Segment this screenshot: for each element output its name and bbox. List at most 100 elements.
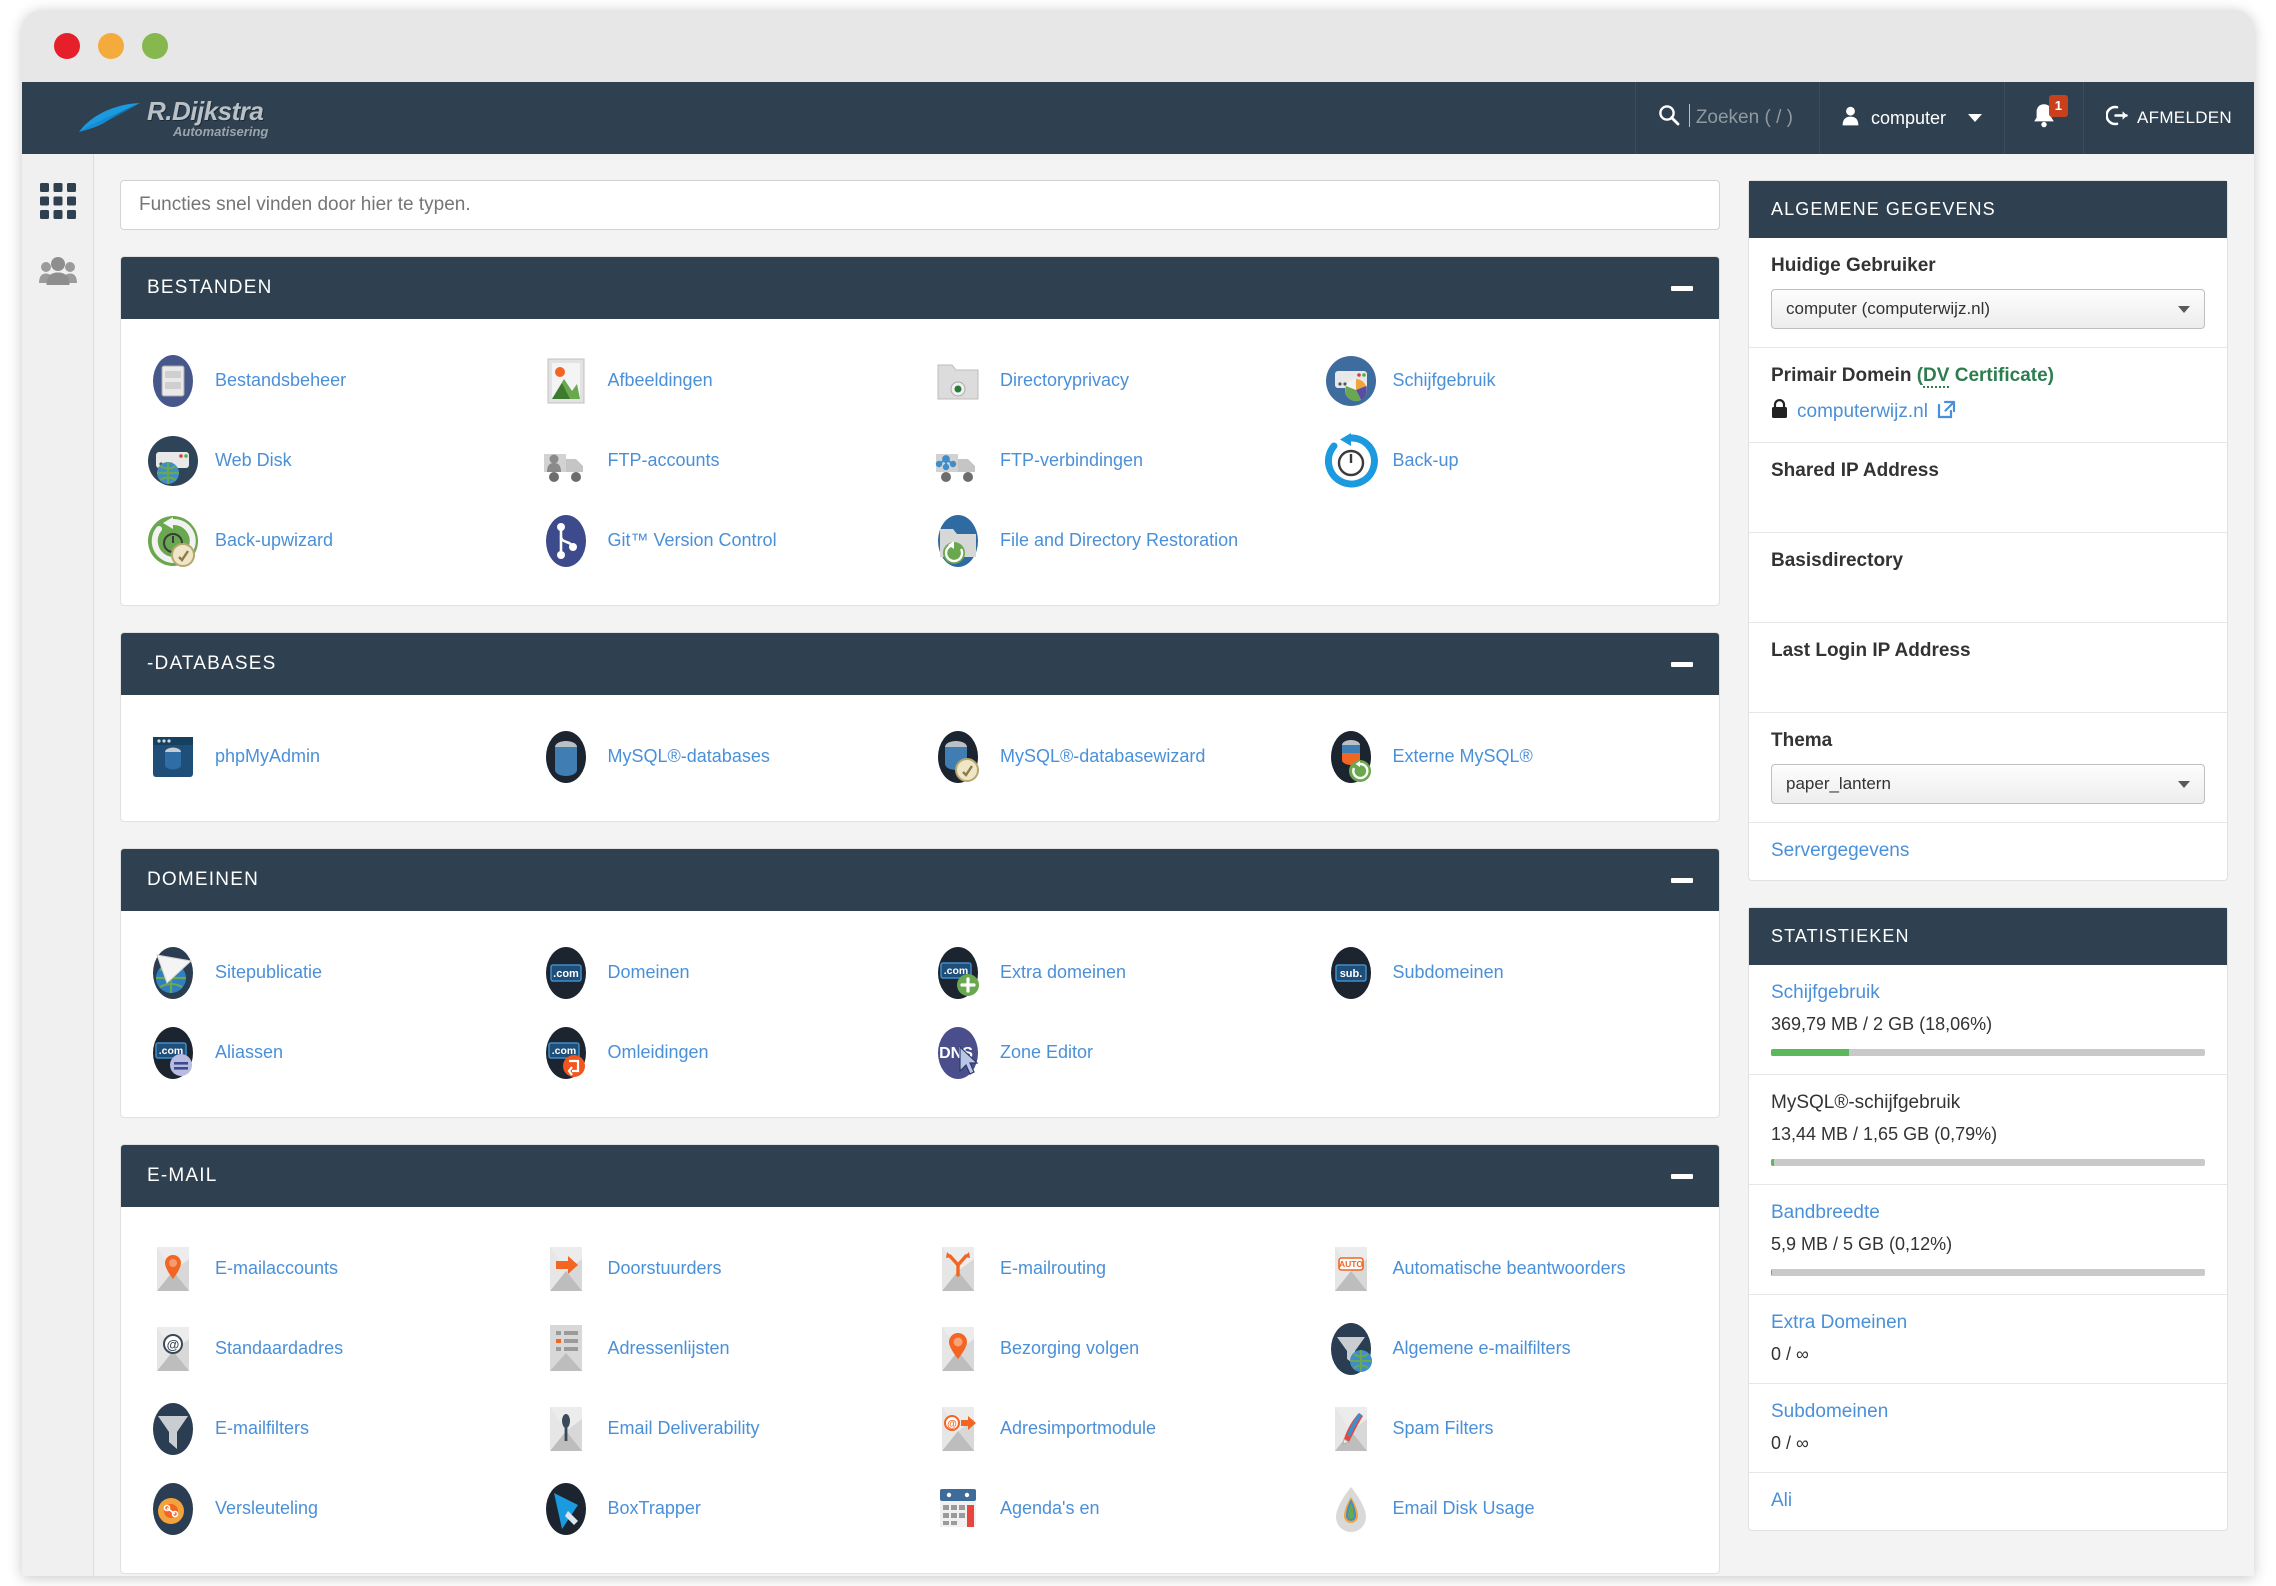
section-title: BESTANDEN bbox=[147, 277, 273, 298]
domains-icon: .com bbox=[538, 945, 594, 1001]
mailing-lists-icon bbox=[538, 1321, 594, 1377]
feature-tile[interactable]: MySQL®-databasewizard bbox=[920, 717, 1313, 797]
global-email-filters-icon bbox=[1323, 1321, 1379, 1377]
section-header[interactable]: DOMEINEN bbox=[121, 849, 1719, 911]
dns-zone-editor-icon: DNS bbox=[930, 1025, 986, 1081]
feature-tile-label: E-mailfilters bbox=[215, 1418, 310, 1439]
statistic-label[interactable]: Ali bbox=[1771, 1490, 2205, 1512]
feature-tile[interactable]: Afbeeldingen bbox=[528, 341, 921, 421]
theme-select[interactable]: paper_lantern bbox=[1771, 764, 2205, 804]
primary-domain-link[interactable]: computerwijz.nl bbox=[1797, 401, 1928, 423]
quick-find-input[interactable] bbox=[120, 180, 1720, 230]
left-icon-rail bbox=[22, 154, 94, 1576]
feature-tile[interactable]: Adressenlijsten bbox=[528, 1309, 921, 1389]
statistic-label[interactable]: Extra Domeinen bbox=[1771, 1312, 2205, 1334]
feature-tile[interactable]: E-mailfilters bbox=[135, 1389, 528, 1469]
brand-logo[interactable]: R.Dijkstra Automatisering bbox=[22, 82, 268, 154]
feature-tile-label: Bestandsbeheer bbox=[215, 370, 347, 391]
statistic-progress-fill bbox=[1771, 1159, 1775, 1166]
feature-tile[interactable]: BoxTrapper bbox=[528, 1469, 921, 1549]
feature-tile[interactable]: Algemene e-mailfilters bbox=[1313, 1309, 1706, 1389]
section-header[interactable]: BESTANDEN bbox=[121, 257, 1719, 319]
chevron-down-icon bbox=[2178, 780, 2190, 788]
dv-abbr: DV bbox=[1923, 365, 1950, 388]
feature-tile[interactable]: MySQL®-databases bbox=[528, 717, 921, 797]
topnav-search[interactable]: Zoeken ( / ) bbox=[1634, 82, 1819, 154]
minus-icon[interactable] bbox=[1671, 285, 1693, 291]
feature-tile[interactable]: File and Directory Restoration bbox=[920, 501, 1313, 581]
section-header[interactable]: E-MAIL bbox=[121, 1145, 1719, 1207]
section-header[interactable]: -DATABASES bbox=[121, 633, 1719, 695]
current-user-select[interactable]: computer (computerwijz.nl) bbox=[1771, 289, 2205, 329]
feature-tile[interactable]: sub. Subdomeinen bbox=[1313, 933, 1706, 1013]
feature-tile[interactable]: Email Deliverability bbox=[528, 1389, 921, 1469]
feature-tile[interactable]: Agenda's en bbox=[920, 1469, 1313, 1549]
close-window-button[interactable] bbox=[54, 33, 80, 59]
statistics-list: Schijfgebruik 369,79 MB / 2 GB (18,06%) My… bbox=[1749, 965, 2227, 1530]
minimize-window-button[interactable] bbox=[98, 33, 124, 59]
feature-tile[interactable]: @ Adresimportmodule bbox=[920, 1389, 1313, 1469]
maximize-window-button[interactable] bbox=[142, 33, 168, 59]
minus-icon[interactable] bbox=[1671, 1173, 1693, 1179]
feature-tile[interactable]: .com Omleidingen bbox=[528, 1013, 921, 1093]
feature-tile[interactable]: Directoryprivacy bbox=[920, 341, 1313, 421]
calendars-contacts-icon bbox=[930, 1481, 986, 1537]
feature-tile[interactable]: .com Domeinen bbox=[528, 933, 921, 1013]
feature-tile[interactable]: Schijfgebruik bbox=[1313, 341, 1706, 421]
feature-tile[interactable]: @ Standaardadres bbox=[135, 1309, 528, 1389]
feature-tile-label: BoxTrapper bbox=[607, 1498, 701, 1519]
shared-ip-row: Shared IP Address bbox=[1749, 443, 2227, 533]
minus-icon[interactable] bbox=[1671, 661, 1693, 667]
feature-grid: E-mailaccounts Doorstuurders E-mailrouting… bbox=[135, 1229, 1705, 1549]
feature-tile[interactable]: phpMyAdmin bbox=[135, 717, 528, 797]
grid-apps-icon[interactable] bbox=[39, 182, 77, 220]
search-icon bbox=[1658, 104, 1680, 132]
statistic-label[interactable]: Bandbreedte bbox=[1771, 1202, 2205, 1224]
minus-icon[interactable] bbox=[1671, 877, 1693, 883]
feature-tile[interactable]: Email Disk Usage bbox=[1313, 1469, 1706, 1549]
feature-tile[interactable]: Back-up bbox=[1313, 421, 1706, 501]
feature-tile[interactable]: Versleuteling bbox=[135, 1469, 528, 1549]
feature-tile[interactable]: Externe MySQL® bbox=[1313, 717, 1706, 797]
section-panel: BESTANDEN Bestandsbeheer Afbeeldingen Direc… bbox=[120, 256, 1720, 606]
brand-name: R.Dijkstra bbox=[147, 96, 264, 126]
statistic-row: Ali bbox=[1749, 1473, 2227, 1530]
statistics-panel: STATISTIEKEN Schijfgebruik 369,79 MB / 2 … bbox=[1748, 907, 2228, 1531]
feature-tile[interactable]: Bezorging volgen bbox=[920, 1309, 1313, 1389]
statistic-label[interactable]: Subdomeinen bbox=[1771, 1401, 2205, 1423]
logout-button[interactable]: AFMELDEN bbox=[2083, 82, 2254, 154]
feature-tile[interactable]: Doorstuurders bbox=[528, 1229, 921, 1309]
redirects-icon: .com bbox=[538, 1025, 594, 1081]
feature-tile[interactable]: AUTO Automatische beantwoorders bbox=[1313, 1229, 1706, 1309]
swoosh-logo-icon bbox=[79, 103, 140, 132]
feature-tile[interactable]: Bestandsbeheer bbox=[135, 341, 528, 421]
feature-tile[interactable]: Web Disk bbox=[135, 421, 528, 501]
statistic-row: Subdomeinen 0 / ∞ bbox=[1749, 1384, 2227, 1473]
feature-tile[interactable]: FTP-accounts bbox=[528, 421, 921, 501]
external-link-icon[interactable] bbox=[1937, 400, 1956, 424]
section-title: DOMEINEN bbox=[147, 869, 259, 890]
feature-tile-label: Omleidingen bbox=[607, 1042, 709, 1063]
feature-tile[interactable]: Sitepublicatie bbox=[135, 933, 528, 1013]
chevron-down-icon bbox=[2178, 305, 2190, 313]
feature-tile-label: Subdomeinen bbox=[1392, 962, 1504, 983]
feature-tile[interactable]: .com Aliassen bbox=[135, 1013, 528, 1093]
svg-text:@: @ bbox=[167, 1337, 180, 1352]
feature-tile[interactable]: Back-upwizard bbox=[135, 501, 528, 581]
feature-tile[interactable]: E-mailrouting bbox=[920, 1229, 1313, 1309]
feature-tile[interactable]: FTP-verbindingen bbox=[920, 421, 1313, 501]
feature-tile[interactable]: Spam Filters bbox=[1313, 1389, 1706, 1469]
autoresponders-icon: AUTO bbox=[1323, 1241, 1379, 1297]
feature-tile[interactable]: Git™ Version Control bbox=[528, 501, 921, 581]
feature-tile[interactable]: DNS Zone Editor bbox=[920, 1013, 1313, 1093]
users-group-icon[interactable] bbox=[38, 252, 77, 290]
primary-domain-text: Primair Domein bbox=[1771, 365, 1912, 386]
notification-badge: 1 bbox=[2048, 95, 2069, 117]
server-information-link[interactable]: Servergegevens bbox=[1771, 840, 1909, 861]
statistic-label[interactable]: Schijfgebruik bbox=[1771, 982, 2205, 1004]
notifications-button[interactable]: 1 bbox=[2004, 82, 2083, 154]
user-menu-button[interactable]: computer bbox=[1818, 82, 2004, 154]
feature-tile[interactable]: .com Extra domeinen bbox=[920, 933, 1313, 1013]
section-title: -DATABASES bbox=[147, 653, 277, 674]
feature-tile[interactable]: E-mailaccounts bbox=[135, 1229, 528, 1309]
